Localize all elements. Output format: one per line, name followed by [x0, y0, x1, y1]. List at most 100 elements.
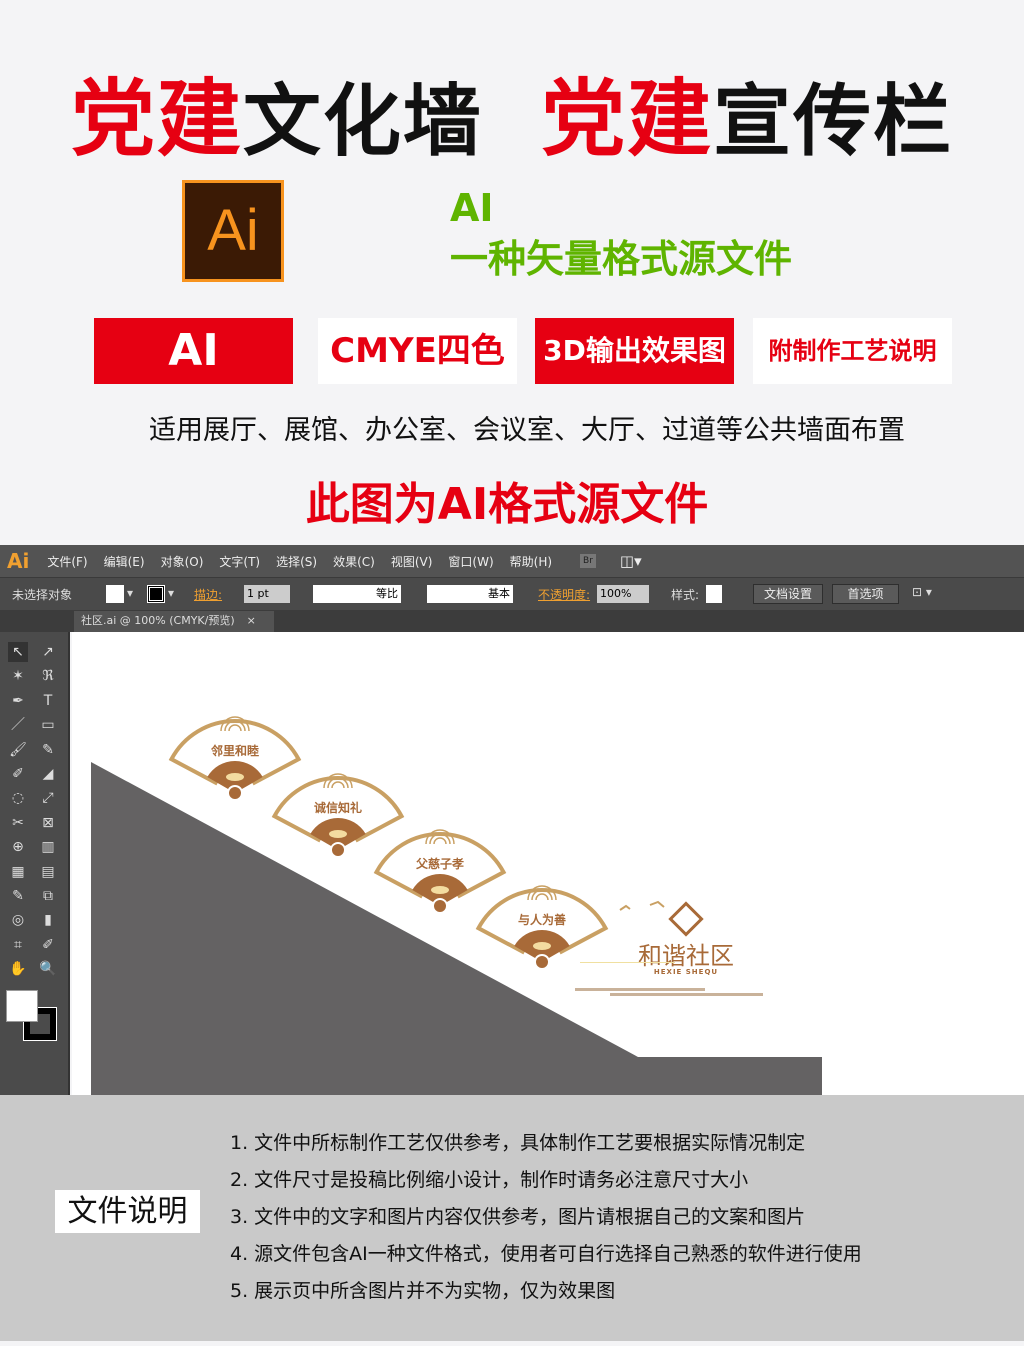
- preferences-button[interactable]: 首选项: [832, 584, 899, 604]
- fan-panel: 与人为善: [475, 885, 609, 968]
- cloud-icon: [431, 886, 449, 894]
- artboard-canvas[interactable]: 邻里和睦诚信知礼父慈子孝与人为善 和谐社区 HEXIE SHEQU: [72, 632, 1024, 1095]
- tag-ai: AI: [94, 318, 293, 384]
- illustrator-logo: Ai: [182, 180, 284, 282]
- toolbox: ↖ ↗ ✶ ℜ ✒ T ／ ▭ 🖌 ✎ ✐ ◢ ◌ ⤢ ✂ ⊠ ⊕ ▥ ▦ ▤ ✎ ⧉ ◎ ▮ ⌗ ✐ ✋ 🔍: [0, 632, 70, 1095]
- menu-view[interactable]: 视图(V): [391, 553, 433, 570]
- logo-cn: 和谐社区: [638, 942, 734, 970]
- menu-type[interactable]: 文字(T): [219, 553, 260, 570]
- note-item: 1. 文件中所标制作工艺仅供参考，具体制作工艺要根据实际情况制定: [230, 1132, 806, 1154]
- variable-width-profile[interactable]: 等比: [313, 585, 401, 603]
- cloud-icon: [226, 773, 244, 781]
- fan-label: 与人为善: [518, 912, 566, 927]
- zoom-tool-icon[interactable]: 🔍: [38, 959, 58, 979]
- tag-craft: 附制作工艺说明: [753, 318, 952, 384]
- menu-effect[interactable]: 效果(C): [333, 553, 375, 570]
- style-label: 样式:: [671, 588, 700, 602]
- ground-line: [575, 988, 705, 991]
- free-transform-tool-icon[interactable]: ⊠: [38, 813, 58, 833]
- menu-select[interactable]: 选择(S): [276, 553, 317, 570]
- menu-object[interactable]: 对象(O): [161, 553, 204, 570]
- tag-3d: 3D输出效果图: [535, 318, 734, 384]
- lasso-tool-icon[interactable]: ℜ: [38, 666, 58, 686]
- app-logo: Ai: [7, 549, 30, 573]
- hand-tool-icon[interactable]: ✋: [8, 959, 28, 979]
- note-item: 2. 文件尺寸是投稿比例缩小设计，制作时请务必注意尺寸大小: [230, 1169, 749, 1191]
- scale-tool-icon[interactable]: ⤢: [38, 788, 58, 808]
- opacity-input[interactable]: 100%: [597, 585, 649, 603]
- note-item: 4. 源文件包含AI一种文件格式，使用者可自行选择自己熟悉的软件进行使用: [230, 1243, 862, 1265]
- eraser-tool-icon[interactable]: ◢: [38, 764, 58, 784]
- selection-tool-icon[interactable]: ↖: [8, 642, 28, 662]
- opacity-label[interactable]: 不透明度:: [538, 586, 590, 603]
- fan-label: 邻里和睦: [210, 743, 259, 758]
- cloud-icon: [533, 942, 551, 950]
- fan-panel: 父慈子孝: [373, 829, 507, 912]
- community-logo: 和谐社区 HEXIE SHEQU: [575, 900, 763, 996]
- stroke-swatch[interactable]: [147, 585, 165, 603]
- fan-panel: 诚信知礼: [271, 773, 405, 856]
- fill-color-box[interactable]: [6, 990, 38, 1022]
- paintbrush-tool-icon[interactable]: 🖌: [8, 740, 28, 760]
- magic-wand-tool-icon[interactable]: ✶: [8, 666, 28, 686]
- fill-swatch[interactable]: [106, 585, 124, 603]
- pencil-tool-icon[interactable]: ✎: [38, 740, 58, 760]
- mesh-tool-icon[interactable]: ▦: [8, 862, 28, 882]
- selection-status: 未选择对象: [12, 588, 73, 602]
- document-setup-button[interactable]: 文档设置: [753, 584, 823, 604]
- tag-cmyk: CMYE四色: [318, 318, 517, 384]
- eyedropper-tool-icon[interactable]: ✎: [8, 886, 28, 906]
- style-swatch[interactable]: [706, 585, 722, 603]
- rotate-tool-icon[interactable]: ◌: [8, 788, 28, 808]
- shape-builder-tool-icon[interactable]: ⊕: [8, 837, 28, 857]
- menu-bar: Ai 文件(F) 编辑(E) 对象(O) 文字(T) 选择(S) 效果(C) 视…: [0, 545, 1024, 577]
- blend-tool-icon[interactable]: ⧉: [38, 886, 58, 906]
- page-title: 党建文化墙 党建宣传栏: [70, 70, 954, 168]
- usage-text: 适用展厅、展馆、办公室、会议室、大厅、过道等公共墙面布置: [149, 415, 905, 446]
- source-note: 此图为AI格式源文件: [305, 479, 709, 530]
- stroke-weight-input[interactable]: 1 pt: [244, 585, 290, 603]
- stroke-dropdown-icon[interactable]: ▾: [168, 586, 174, 600]
- tab-bar: 社区.ai @ 100% (CMYK/预览) ×: [0, 610, 1024, 632]
- close-tab-icon[interactable]: ×: [247, 614, 256, 627]
- fan-label: 诚信知礼: [314, 800, 362, 815]
- chinese-knot-icon: [668, 901, 704, 937]
- note-item: 5. 展示页中所含图片并不为实物，仅为效果图: [230, 1280, 616, 1302]
- birds-icon: [619, 900, 665, 911]
- document-tab[interactable]: 社区.ai @ 100% (CMYK/预览) ×: [74, 611, 274, 632]
- fan-label: 父慈子孝: [415, 856, 464, 871]
- direct-selection-tool-icon[interactable]: ↗: [38, 642, 58, 662]
- menu-file[interactable]: 文件(F): [47, 553, 87, 570]
- logo-en: HEXIE SHEQU: [654, 968, 718, 976]
- wall-shape: [91, 762, 822, 1095]
- format-line2: 一种矢量格式源文件: [450, 237, 793, 281]
- cloud-icon: [329, 830, 347, 838]
- arrange-documents-icon[interactable]: ◫▾: [620, 552, 642, 570]
- menu-edit[interactable]: 编辑(E): [104, 553, 145, 570]
- rectangle-tool-icon[interactable]: ▭: [38, 715, 58, 735]
- fan-panel: 邻里和睦: [168, 716, 302, 799]
- perspective-tool-icon[interactable]: ▥: [38, 837, 58, 857]
- format-line1: AI: [450, 186, 494, 230]
- doc-notes-label: 文件说明: [55, 1190, 200, 1233]
- type-tool-icon[interactable]: T: [38, 691, 58, 711]
- blob-brush-tool-icon[interactable]: ✐: [8, 764, 28, 784]
- column-graph-tool-icon[interactable]: ▮: [38, 910, 58, 930]
- align-options-icon[interactable]: ⊡ ▾: [912, 585, 932, 599]
- control-bar: 未选择对象 ▾ ▾ 描边: 1 pt 等比 基本 不透明度: 100% 样式: …: [0, 577, 1024, 610]
- brush-definition[interactable]: 基本: [427, 585, 513, 603]
- menu-window[interactable]: 窗口(W): [448, 553, 493, 570]
- menu-help[interactable]: 帮助(H): [510, 553, 552, 570]
- gradient-tool-icon[interactable]: ▤: [38, 862, 58, 882]
- note-item: 3. 文件中的文字和图片内容仅供参考，图片请根据自己的文案和图片: [230, 1206, 806, 1228]
- symbol-sprayer-tool-icon[interactable]: ◎: [8, 910, 28, 930]
- line-tool-icon[interactable]: ／: [8, 715, 28, 735]
- bridge-button[interactable]: Br: [580, 554, 596, 568]
- artwork: 邻里和睦诚信知礼父慈子孝与人为善 和谐社区 HEXIE SHEQU: [91, 716, 822, 1095]
- stroke-label[interactable]: 描边:: [194, 586, 222, 603]
- artboard-tool-icon[interactable]: ⌗: [8, 935, 28, 955]
- fill-dropdown-icon[interactable]: ▾: [127, 586, 133, 600]
- warp-tool-icon[interactable]: ✂: [8, 813, 28, 833]
- pen-tool-icon[interactable]: ✒: [8, 691, 28, 711]
- slice-tool-icon[interactable]: ✐: [38, 935, 58, 955]
